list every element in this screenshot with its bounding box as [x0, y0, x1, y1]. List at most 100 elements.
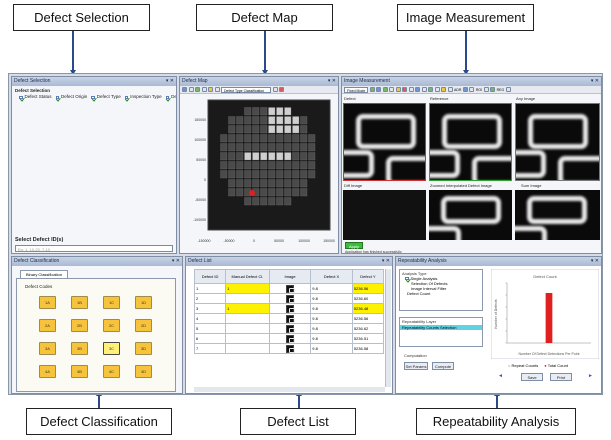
help-icon[interactable]: [505, 87, 511, 92]
column-header[interactable]: Defect Y: [351, 269, 385, 284]
save-button[interactable]: Save: [521, 373, 543, 381]
tree-item[interactable]: Defect Status: [15, 94, 52, 100]
nav-arrow-left-icon[interactable]: ◄: [498, 373, 503, 379]
pane-controls-icon[interactable]: ▾ ✕: [328, 77, 336, 86]
defect-code-button[interactable]: 1C: [103, 296, 120, 309]
column-header[interactable]: Image: [268, 269, 312, 284]
defect-thumbnail[interactable]: [286, 324, 295, 333]
mode-dropdown[interactable]: Fixed Mode: [344, 86, 368, 93]
measure-icon[interactable]: [382, 87, 388, 92]
classification-dropdown[interactable]: Defect Type Classification: [221, 86, 271, 93]
color-icon[interactable]: [279, 87, 284, 92]
print-button[interactable]: Print: [550, 373, 572, 381]
select-icon[interactable]: [201, 87, 207, 92]
defect-image[interactable]: [343, 103, 426, 181]
tab-binary-classification[interactable]: Binary Classification: [20, 270, 68, 278]
tree-item[interactable]: Inspection Type: [121, 94, 162, 100]
defect-code-button[interactable]: 2A: [39, 319, 56, 332]
any-image[interactable]: [515, 103, 600, 181]
pane-controls-icon[interactable]: ▾ ✕: [591, 257, 599, 266]
print-icon[interactable]: [483, 87, 489, 92]
defect-code-button[interactable]: 1B: [71, 296, 88, 309]
defect-thumbnail[interactable]: [286, 344, 295, 353]
defect-thumbnail[interactable]: [286, 334, 295, 343]
zoom-in-icon[interactable]: [182, 87, 187, 92]
defect-code-button[interactable]: 4A: [39, 365, 56, 378]
refresh-icon[interactable]: [490, 87, 496, 92]
grid-icon[interactable]: [208, 87, 213, 92]
checkbox-icon[interactable]: [55, 95, 60, 100]
defect-code-button[interactable]: 4B: [71, 365, 88, 378]
brightness-icon[interactable]: [441, 87, 446, 92]
checkbox-icon[interactable]: [124, 95, 129, 100]
diff-image[interactable]: [343, 190, 426, 240]
flip-icon[interactable]: [434, 87, 440, 92]
defect-code-button[interactable]: 4D: [135, 365, 152, 378]
defect-code-button[interactable]: 3D: [135, 342, 152, 355]
pane-controls-icon[interactable]: ▾ ✕: [382, 257, 390, 266]
ruler-icon[interactable]: [395, 87, 401, 92]
tree-item[interactable]: Defect Type: [87, 94, 121, 100]
legend-item[interactable]: ● Total Count: [544, 363, 568, 368]
defect-code-button[interactable]: 2D: [135, 319, 152, 332]
zoomed-image[interactable]: [429, 190, 512, 240]
defect-code-button[interactable]: 2C: [103, 319, 120, 332]
compute-button[interactable]: Compute: [432, 362, 454, 370]
zoom-out-icon[interactable]: [188, 87, 194, 92]
checkbox-icon[interactable]: [91, 95, 95, 100]
defect-code-button[interactable]: 4C: [103, 365, 120, 378]
checkbox-icon[interactable]: [19, 95, 23, 100]
table-row[interactable]: 4 9.8 5236.56: [193, 313, 385, 324]
zoom-icon[interactable]: [376, 87, 381, 92]
table-row[interactable]: 2 9.8 5236.60: [193, 293, 385, 304]
overlay-icon[interactable]: [428, 87, 433, 92]
select-defect-input[interactable]: Eg. 1, 10-20, 7-10: [15, 245, 173, 252]
stop-icon[interactable]: [402, 87, 407, 92]
sum-image[interactable]: [515, 190, 600, 240]
checkbox-icon[interactable]: [165, 95, 170, 100]
table-row[interactable]: 5 9.8 5236.62: [193, 323, 385, 334]
defect-code-button[interactable]: 3B: [71, 342, 88, 355]
fit-icon[interactable]: [214, 87, 220, 92]
copy-icon[interactable]: [421, 87, 427, 92]
legend-item[interactable]: ○ Repeat Counts: [508, 363, 538, 368]
pane-controls-icon[interactable]: ▾ ✕: [166, 77, 174, 86]
defect-code-button[interactable]: 1D: [135, 296, 152, 309]
pane-controls-icon[interactable]: ▾ ✕: [591, 77, 599, 86]
table-row[interactable]: 6 9.8 5236.51: [193, 333, 385, 344]
horizontal-scrollbar[interactable]: [194, 387, 385, 392]
defect-code-button[interactable]: 3C: [103, 342, 120, 355]
crosshair-icon[interactable]: [389, 87, 394, 92]
table-row[interactable]: 1 1 9.8 5236.56: [193, 283, 385, 294]
column-header[interactable]: Defect X: [310, 269, 353, 284]
reg-label[interactable]: REG: [497, 88, 505, 92]
save-icon[interactable]: [469, 87, 475, 92]
apply-button[interactable]: Apply: [345, 242, 363, 249]
vertical-scrollbar[interactable]: [385, 269, 391, 387]
grid-view-icon[interactable]: [369, 87, 375, 92]
set-params-button[interactable]: Set Params: [404, 362, 428, 370]
defect-thumbnail[interactable]: [286, 294, 295, 303]
tree-item[interactable]: Defect Source: [162, 94, 176, 100]
layer-list-selected[interactable]: Repeatability Counts Selection: [400, 325, 482, 330]
defect-thumbnail[interactable]: [286, 304, 295, 313]
rotate-icon[interactable]: [447, 87, 453, 92]
defect-code-button[interactable]: 1A: [39, 296, 56, 309]
export-icon[interactable]: [462, 87, 468, 92]
wafer-map[interactable]: 150000 100000 50000 0 -50000 -100000 -150000 -…: [180, 95, 338, 254]
nav-arrow-right-icon[interactable]: ►: [588, 373, 593, 379]
table-row[interactable]: 7 9.8 5236.58: [193, 343, 385, 354]
histogram-icon[interactable]: [415, 87, 420, 92]
reference-image[interactable]: [429, 103, 512, 181]
defect-code-button[interactable]: 3A: [39, 342, 56, 355]
settings-icon[interactable]: [272, 87, 278, 92]
column-header[interactable]: Defect ID: [193, 269, 227, 284]
roi-label[interactable]: ROI: [476, 88, 482, 92]
pane-controls-icon[interactable]: ▾ ✕: [172, 257, 180, 266]
analysis-tree-item[interactable]: Defect Count: [402, 291, 480, 296]
tree-item[interactable]: Defect Origin: [52, 94, 87, 100]
table-row[interactable]: 3 1 9.8 5236.48: [193, 303, 385, 314]
pan-icon[interactable]: [195, 87, 200, 92]
defect-thumbnail[interactable]: [286, 314, 295, 323]
defect-code-button[interactable]: 2B: [71, 319, 88, 332]
